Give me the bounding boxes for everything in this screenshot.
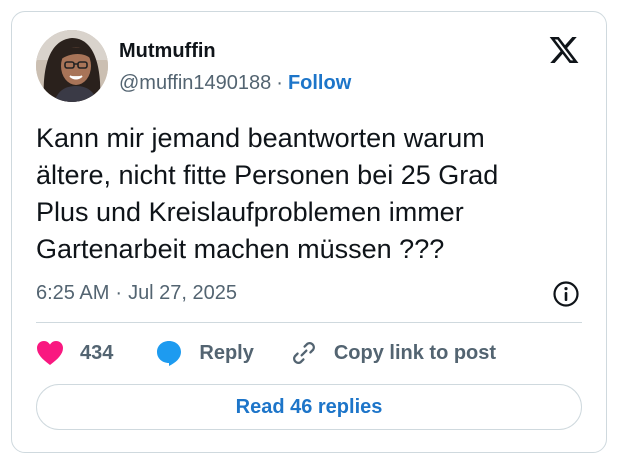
copy-link-label: Copy link to post	[333, 341, 497, 364]
tweet-text: Kann mir jemand beantworten warum ältere…	[36, 123, 499, 264]
like-count: 434	[80, 341, 114, 364]
timestamp-separator: ·	[115, 282, 123, 304]
avatar[interactable]	[36, 30, 108, 102]
link-icon	[290, 339, 318, 367]
action-bar: 434 Reply Copy link to post	[36, 338, 496, 368]
handle-separator: ·	[276, 72, 283, 94]
tweet-timestamp[interactable]: 6:25 AM · Jul 27, 2025	[36, 282, 237, 305]
read-replies-button[interactable]: Read 46 replies	[36, 384, 582, 430]
tweet-card: Mutmuffin @muffin1490188 · Follow Kann mir…	[11, 11, 607, 453]
copy-link-button[interactable]: Copy link to post	[290, 339, 496, 367]
tweet-time[interactable]: 6:25 AM	[36, 282, 109, 304]
info-icon[interactable]	[552, 280, 580, 308]
follow-button[interactable]: Follow	[288, 72, 351, 94]
speech-bubble-icon	[155, 339, 183, 367]
author-handle-row: @muffin1490188 · Follow	[119, 72, 351, 95]
divider	[36, 322, 582, 323]
x-logo-icon[interactable]	[548, 34, 580, 66]
like-button[interactable]: 434	[36, 340, 113, 366]
author-name[interactable]: Mutmuffin	[119, 40, 216, 63]
author-handle[interactable]: @muffin1490188	[119, 72, 271, 94]
reply-label: Reply	[199, 341, 254, 364]
reply-button[interactable]: Reply	[155, 339, 254, 367]
tweet-date[interactable]: Jul 27, 2025	[128, 282, 237, 304]
heart-icon	[36, 340, 64, 366]
